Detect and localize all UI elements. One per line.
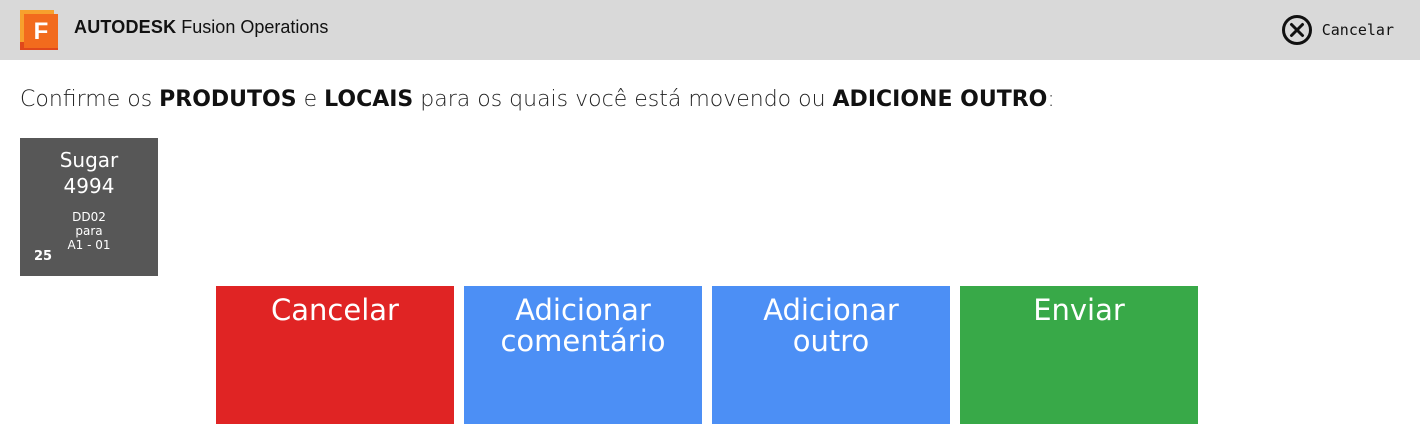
cancel-button[interactable]: Cancelar <box>216 286 454 424</box>
instruction-part: Confirme os <box>20 87 160 112</box>
product-move-tile[interactable]: Sugar 4994 DD02 para A1 - 01 25 <box>20 138 158 276</box>
instruction-part: para os quais você está movendo ou <box>413 87 833 112</box>
header-cancel-button[interactable]: Cancelar <box>1281 14 1394 46</box>
brand-name: AUTODESK <box>74 17 177 37</box>
product-code: 4994 <box>63 174 115 198</box>
product-name: Sugar <box>59 148 119 172</box>
autodesk-fusion-logo-icon: F <box>20 10 62 50</box>
instruction-add-other: ADICIONE OUTRO <box>832 87 1048 112</box>
add-other-label-line1: Adicionar <box>763 293 899 327</box>
instruction-locations: LOCAIS <box>324 87 414 112</box>
add-comment-button[interactable]: Adicionar comentário <box>464 286 702 424</box>
app-title: AUTODESK Fusion Operations <box>74 16 328 38</box>
header-cancel-label: Cancelar <box>1321 21 1394 39</box>
top-bar: F AUTODESK Fusion Operations Cancelar <box>0 0 1420 60</box>
from-location: DD02 <box>72 210 106 224</box>
instruction-products: PRODUTOS <box>159 87 297 112</box>
instruction-text: Confirme os PRODUTOS e LOCAIS para os qu… <box>20 86 1055 114</box>
send-button[interactable]: Enviar <box>960 286 1198 424</box>
close-circle-icon <box>1281 15 1312 45</box>
add-other-label-line2: outro <box>792 324 870 358</box>
send-button-label: Enviar <box>1033 293 1125 327</box>
add-other-button[interactable]: Adicionar outro <box>712 286 950 424</box>
product-quantity: 25 <box>34 249 53 264</box>
instruction-part: : <box>1047 87 1055 112</box>
add-comment-label-line2: comentário <box>500 324 666 358</box>
product-name: Fusion Operations <box>181 17 329 37</box>
move-route: DD02 para A1 - 01 <box>20 210 158 252</box>
add-comment-label-line1: Adicionar <box>515 293 651 327</box>
cancel-button-label: Cancelar <box>271 293 399 327</box>
logo-letter: F <box>34 18 49 45</box>
route-connector: para <box>75 224 103 238</box>
instruction-part: e <box>296 87 325 112</box>
